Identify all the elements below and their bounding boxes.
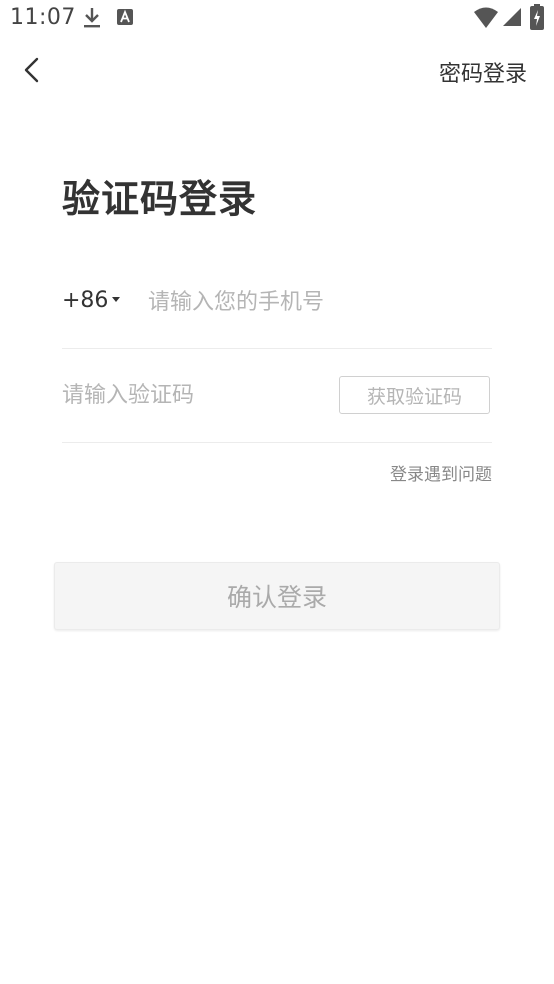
phone-input[interactable] xyxy=(148,282,478,322)
verification-code-input[interactable] xyxy=(62,375,322,415)
status-time: 11:07 xyxy=(10,5,76,30)
phone-row: +86 xyxy=(62,270,492,349)
a-notification-icon xyxy=(117,9,133,25)
country-code-selector[interactable]: +86 xyxy=(62,288,121,313)
confirm-login-button[interactable]: 确认登录 xyxy=(54,562,500,630)
password-login-link[interactable]: 密码登录 xyxy=(439,56,527,88)
country-code-label: +86 xyxy=(62,288,109,313)
download-icon xyxy=(84,8,100,28)
chevron-left-icon xyxy=(24,57,39,83)
battery-icon xyxy=(530,4,544,30)
login-help-link[interactable]: 登录遇到问题 xyxy=(390,460,492,485)
caret-down-icon xyxy=(112,297,121,302)
get-code-button[interactable]: 获取验证码 xyxy=(339,376,490,414)
wifi-icon xyxy=(474,7,498,28)
page-title: 验证码登录 xyxy=(62,177,258,221)
status-bar: 11:07 xyxy=(0,0,554,36)
back-button[interactable] xyxy=(14,52,50,88)
signal-icon xyxy=(503,8,521,26)
code-row: 获取验证码 xyxy=(62,349,492,443)
